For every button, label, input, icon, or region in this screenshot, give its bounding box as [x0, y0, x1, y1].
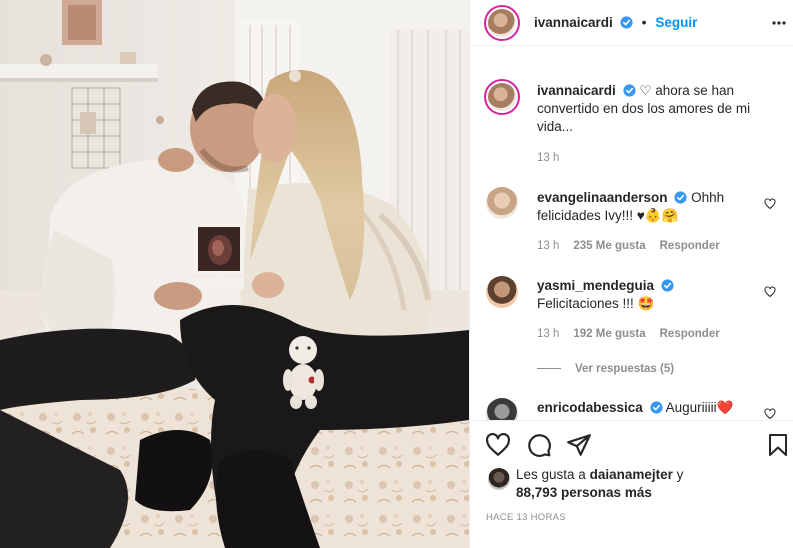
comment-like-icon[interactable] [764, 408, 776, 420]
likes-summary: Les gusta a daianamejter y 88,793 person… [516, 466, 776, 502]
comment-like-icon[interactable] [764, 286, 776, 298]
post-timestamp[interactable]: HACE 13 HORAS [486, 512, 566, 523]
reply-button[interactable]: Responder [660, 328, 720, 340]
view-replies-button[interactable]: Ver respuestas (5) [537, 359, 674, 375]
wall-hook [156, 116, 164, 124]
liker-username[interactable]: daianamejter [590, 467, 673, 482]
sonogram-label: 12 SEMANAS / 28 SEMANAS [186, 274, 254, 280]
author-avatar[interactable] [484, 5, 520, 41]
verified-badge-icon [620, 16, 633, 29]
hair-clip [289, 70, 301, 82]
comment-likes[interactable]: 192 Me gusta [573, 328, 645, 340]
post-sidebar: ivannaicardi • Seguir ivannaicardi ♡ aho… [469, 0, 793, 548]
liker-avatar[interactable] [488, 468, 510, 490]
caption-heart-emoji: ♡ [639, 83, 652, 98]
verified-badge-icon [674, 191, 687, 204]
comment-like-icon[interactable] [764, 198, 776, 210]
comment-username[interactable]: evangelinaanderson [537, 190, 668, 205]
comment-time: 13 h [537, 328, 560, 340]
woman-face [253, 94, 297, 162]
comment-text: Felicitaciones !!! 🤩 [537, 296, 655, 311]
author-username[interactable]: ivannaicardi [534, 15, 613, 30]
verified-badge-icon [649, 401, 663, 414]
post-actions: Les gusta a daianamejter y 88,793 person… [470, 420, 793, 548]
view-replies-label: Ver respuestas (5) [575, 363, 675, 375]
sonogram-card: 12 SEMANAS / 28 SEMANAS [186, 223, 254, 289]
caption-time: 13 h [537, 152, 560, 164]
comment-text: Auguriiiii❤️ [665, 400, 734, 415]
comment-username[interactable]: yasmi_mendeguia [537, 278, 654, 293]
comment-time: 13 h [537, 240, 560, 252]
likes-prefix: Les gusta a [516, 467, 586, 482]
follow-button[interactable]: Seguir [655, 15, 697, 30]
reply-button[interactable]: Responder [660, 240, 720, 252]
grid-photo [80, 112, 96, 134]
comment-likes[interactable]: 235 Me gusta [573, 240, 645, 252]
verified-badge-icon [661, 279, 674, 292]
save-icon[interactable] [766, 432, 790, 458]
replies-line [537, 367, 561, 369]
comment-username[interactable]: enricodabessica [537, 400, 643, 415]
post-photo[interactable]: 12 SEMANAS / 28 SEMANAS [0, 0, 469, 548]
likes-others[interactable]: 88,793 personas más [516, 485, 652, 500]
header-separator: • [641, 14, 647, 30]
post-header: ivannaicardi • Seguir [470, 0, 793, 46]
commenter-avatar[interactable] [486, 398, 518, 420]
commenter-avatar[interactable] [486, 276, 518, 308]
comments-list[interactable]: ivannaicardi ♡ ahora se han convertido e… [470, 46, 793, 420]
more-options-icon[interactable] [772, 16, 786, 30]
caption-username[interactable]: ivannaicardi [537, 83, 616, 98]
verified-badge-icon [622, 84, 636, 97]
couple-photo-illustration: 12 SEMANAS / 28 SEMANAS [0, 0, 469, 548]
likes-suffix: y [676, 467, 684, 482]
heart-icon[interactable] [485, 432, 511, 458]
share-icon[interactable] [566, 432, 592, 458]
commenter-avatar[interactable] [486, 187, 518, 219]
comment-icon[interactable] [526, 432, 552, 458]
caption-avatar[interactable] [484, 79, 520, 115]
